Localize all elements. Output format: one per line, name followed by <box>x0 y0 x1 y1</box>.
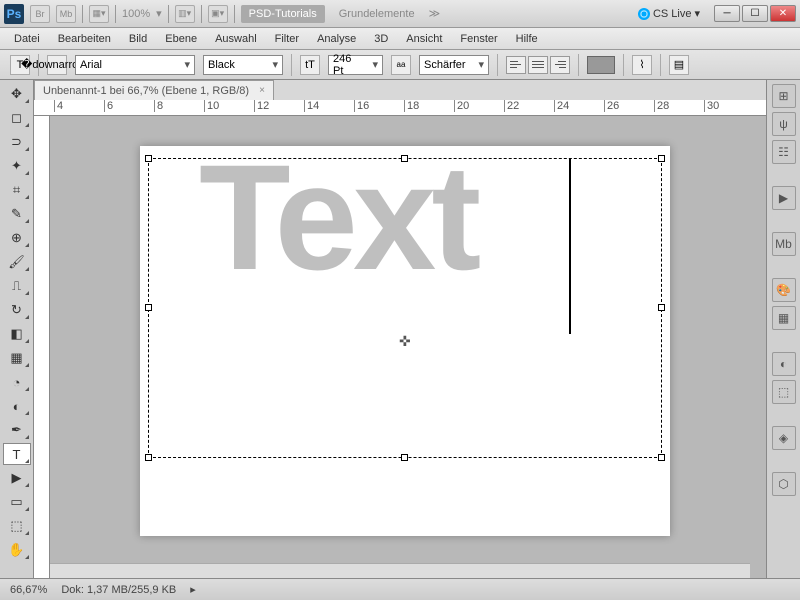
brush-tool[interactable]: 🖌 <box>3 251 31 273</box>
handle-mid-left[interactable] <box>145 304 152 311</box>
text-align-group <box>506 56 570 74</box>
history-brush-tool[interactable]: ↻ <box>3 299 31 321</box>
menu-bild[interactable]: Bild <box>129 33 147 45</box>
menu-bearbeiten[interactable]: Bearbeiten <box>58 33 111 45</box>
menu-analyse[interactable]: Analyse <box>317 33 356 45</box>
arrange-icon[interactable]: ▥▾ <box>175 5 195 23</box>
handle-bottom-left[interactable] <box>145 454 152 461</box>
eyedropper-tool[interactable]: ✎ <box>3 203 31 225</box>
font-size-select[interactable]: 246 Pt <box>328 55 383 75</box>
panel-icon[interactable]: ⬚ <box>772 380 796 404</box>
workspace-more-icon[interactable]: ≫ <box>429 7 441 20</box>
scrollbar-horizontal[interactable] <box>50 563 750 578</box>
stamp-tool[interactable]: ⎍ <box>3 275 31 297</box>
cs-live-button[interactable]: CS Live ▾ <box>638 7 700 20</box>
heal-tool[interactable]: ⊕ <box>3 227 31 249</box>
menu-datei[interactable]: Datei <box>14 33 40 45</box>
move-tool[interactable]: ✥ <box>3 83 31 105</box>
handle-top-left[interactable] <box>145 155 152 162</box>
menu-ebene[interactable]: Ebene <box>165 33 197 45</box>
lasso-tool[interactable]: ⊃ <box>3 131 31 153</box>
title-bar: Ps Br Mb ▦▾ 100%▾ ▥▾ ▣▾ PSD-Tutorials Gr… <box>0 0 800 28</box>
font-family-select[interactable]: Arial <box>75 55 195 75</box>
menu-ansicht[interactable]: Ansicht <box>406 33 442 45</box>
panel-icon[interactable]: ▦ <box>772 306 796 330</box>
dodge-tool[interactable]: ◐ <box>3 395 31 417</box>
font-size-icon: tT <box>300 55 320 75</box>
workspace-active[interactable]: PSD-Tutorials <box>241 5 325 23</box>
handle-bottom-center[interactable] <box>401 454 408 461</box>
handle-top-center[interactable] <box>401 155 408 162</box>
status-zoom[interactable]: 66,67% <box>10 584 47 596</box>
text-content[interactable]: Text <box>199 131 476 304</box>
pen-tool[interactable]: ✒ <box>3 419 31 441</box>
antialias-select[interactable]: Schärfer <box>419 55 489 75</box>
bridge-icon[interactable]: Br <box>30 5 50 23</box>
ruler-horizontal[interactable]: 4681012141618202224262830 <box>34 100 766 116</box>
align-right-button[interactable] <box>550 56 570 74</box>
text-color-swatch[interactable] <box>587 56 615 74</box>
3d-tool[interactable]: ⬚ <box>3 515 31 537</box>
document-tab[interactable]: Unbenannt-1 bei 66,7% (Ebene 1, RGB/8) <box>34 80 274 100</box>
screen-mode-icon[interactable]: ▣▾ <box>208 5 228 23</box>
panel-icon[interactable]: ◈ <box>772 426 796 450</box>
canvas[interactable]: Text ✜ <box>140 146 670 536</box>
menu-hilfe[interactable]: Hilfe <box>516 33 538 45</box>
panels-toggle-icon[interactable]: ▤ <box>669 55 689 75</box>
warp-text-icon[interactable]: ⌇ <box>632 55 652 75</box>
font-style-select[interactable]: Black <box>203 55 283 75</box>
orientation-icon[interactable]: �downarrowT <box>47 55 67 75</box>
handle-bottom-right[interactable] <box>658 454 665 461</box>
panel-icon[interactable]: ψ <box>772 112 796 136</box>
options-bar: T �downarrowT Arial Black tT 246 Pt aa S… <box>0 50 800 80</box>
text-bounding-box[interactable]: Text ✜ <box>148 158 662 458</box>
panel-icon[interactable]: ☷ <box>772 140 796 164</box>
document-area: Unbenannt-1 bei 66,7% (Ebene 1, RGB/8) 4… <box>34 80 766 578</box>
eraser-tool[interactable]: ◧ <box>3 323 31 345</box>
status-bar: 66,67% Dok: 1,37 MB/255,9 KB ▸ <box>0 578 800 600</box>
panel-dock: ⊞ ψ ☷ ▶ Mb 🎨 ▦ ◐ ⬚ ◈ ⬡ <box>766 80 800 578</box>
menu-3d[interactable]: 3D <box>374 33 388 45</box>
align-center-button[interactable] <box>528 56 548 74</box>
zoom-level[interactable]: 100% <box>122 8 150 20</box>
panel-icon[interactable]: ▶ <box>772 186 796 210</box>
close-button[interactable]: ✕ <box>770 5 796 22</box>
blur-tool[interactable]: ◔ <box>3 371 31 393</box>
align-left-button[interactable] <box>506 56 526 74</box>
menu-bar: Datei Bearbeiten Bild Ebene Auswahl Filt… <box>0 28 800 50</box>
menu-fenster[interactable]: Fenster <box>460 33 497 45</box>
workspace-inactive[interactable]: Grundelemente <box>331 5 423 23</box>
shape-tool[interactable]: ▭ <box>3 491 31 513</box>
text-cursor <box>569 159 571 334</box>
hand-tool[interactable]: ✋ <box>3 539 31 561</box>
minimize-button[interactable]: ─ <box>714 5 740 22</box>
type-tool[interactable]: T <box>3 443 31 465</box>
ruler-vertical[interactable] <box>34 116 50 578</box>
app-logo-icon: Ps <box>4 4 24 24</box>
wand-tool[interactable]: ✦ <box>3 155 31 177</box>
crop-tool[interactable]: ⌗ <box>3 179 31 201</box>
tools-panel: ✥ ◻ ⊃ ✦ ⌗ ✎ ⊕ 🖌 ⎍ ↻ ◧ ▦ ◔ ◐ ✒ T ▶ ▭ ⬚ ✋ <box>0 80 34 578</box>
status-arrow-icon[interactable]: ▸ <box>190 583 196 596</box>
status-dok[interactable]: Dok: 1,37 MB/255,9 KB <box>61 584 176 596</box>
panel-icon[interactable]: 🎨 <box>772 278 796 302</box>
path-select-tool[interactable]: ▶ <box>3 467 31 489</box>
anchor-icon: ✜ <box>399 333 411 350</box>
marquee-tool[interactable]: ◻ <box>3 107 31 129</box>
menu-filter[interactable]: Filter <box>275 33 299 45</box>
view-mode-icon[interactable]: ▦▾ <box>89 5 109 23</box>
panel-icon[interactable]: ⬡ <box>772 472 796 496</box>
panel-icon[interactable]: ◐ <box>772 352 796 376</box>
handle-mid-right[interactable] <box>658 304 665 311</box>
antialias-icon: aa <box>391 55 411 75</box>
minibridge-icon[interactable]: Mb <box>56 5 76 23</box>
handle-top-right[interactable] <box>658 155 665 162</box>
panel-icon[interactable]: Mb <box>772 232 796 256</box>
menu-auswahl[interactable]: Auswahl <box>215 33 257 45</box>
maximize-button[interactable]: ☐ <box>742 5 768 22</box>
panel-icon[interactable]: ⊞ <box>772 84 796 108</box>
gradient-tool[interactable]: ▦ <box>3 347 31 369</box>
